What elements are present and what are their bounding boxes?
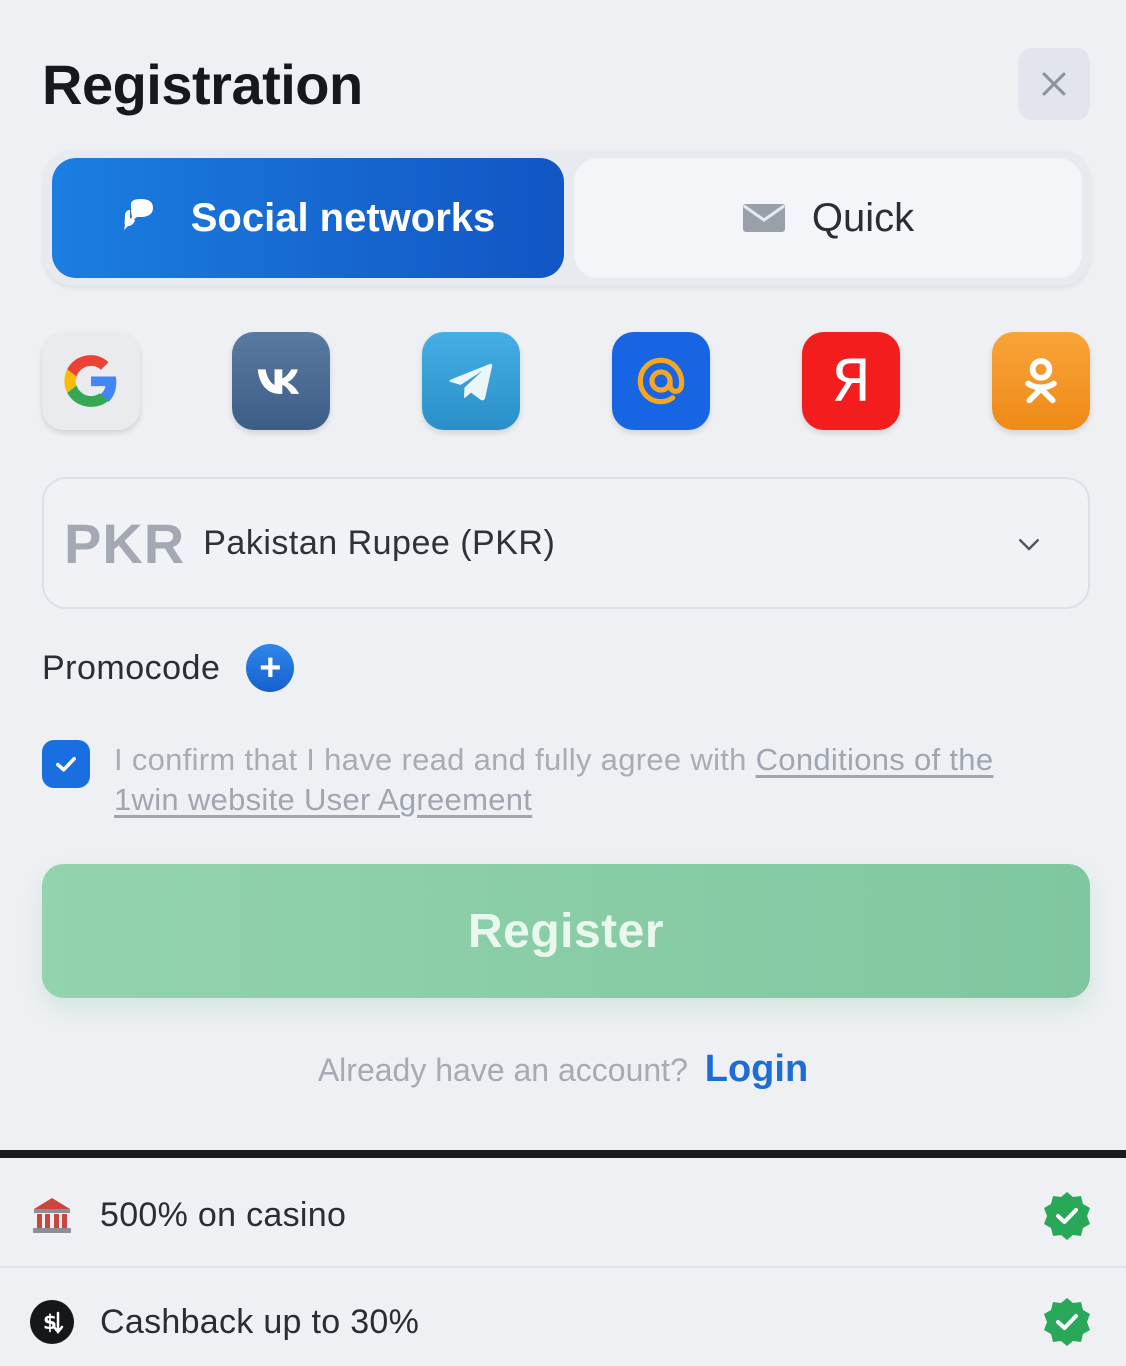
bonus-item: 500% on casino [0, 1164, 1126, 1268]
currency-name: Pakistan Rupee (PKR) [203, 523, 556, 562]
agreement-prefix: I confirm that I have read and fully agr… [114, 742, 756, 777]
at-sign-icon [637, 357, 685, 405]
ok-icon [1025, 358, 1057, 404]
check-icon [56, 757, 76, 772]
agreement-row: I confirm that I have read and fully agr… [42, 740, 1052, 820]
social-login-row: Я [42, 332, 1090, 430]
envelope-icon [742, 204, 785, 232]
tab-label: Social networks [190, 195, 496, 240]
chat-bubbles-icon [123, 199, 153, 230]
bonus-item: $ Cashback up to 30% [0, 1270, 1126, 1366]
bonus-text: 500% on casino [100, 1195, 347, 1234]
svg-text:$: $ [43, 1310, 57, 1334]
tab-label: Quick [811, 195, 915, 240]
verified-badge-icon [1040, 1190, 1094, 1244]
mail-login-button[interactable] [612, 332, 710, 430]
currency-select[interactable]: PKR Pakistan Rupee (PKR) [42, 477, 1090, 609]
page-title: Registration [42, 53, 363, 116]
login-prompt: Already have an account? [317, 1052, 688, 1088]
close-icon [1042, 72, 1066, 96]
register-button[interactable]: Register [42, 864, 1090, 998]
agreement-checkbox[interactable] [42, 740, 90, 788]
ok-login-button[interactable] [992, 332, 1090, 430]
vk-icon [257, 369, 300, 394]
login-link[interactable]: Login [705, 1048, 808, 1090]
agreement-text: I confirm that I have read and fully agr… [114, 740, 1052, 820]
telegram-icon [449, 363, 493, 401]
google-icon [64, 355, 117, 407]
add-promocode-button[interactable]: + [246, 644, 295, 692]
verified-badge-icon [1040, 1296, 1094, 1350]
section-divider [0, 1150, 1126, 1158]
promocode-label: Promocode [42, 648, 221, 687]
google-login-button[interactable] [42, 332, 140, 430]
registration-tabs: Social networks Quick [44, 150, 1090, 286]
bonus-text: Cashback up to 30% [100, 1302, 420, 1341]
cashback-icon: $ [28, 1298, 76, 1346]
chevron-down-icon [1019, 539, 1039, 551]
tab-social-networks[interactable]: Social networks [52, 158, 564, 278]
vk-login-button[interactable] [232, 332, 330, 430]
currency-code: PKR [64, 511, 186, 575]
tab-quick[interactable]: Quick [574, 158, 1082, 278]
yandex-login-button[interactable]: Я [802, 332, 900, 430]
yandex-icon: Я [830, 347, 872, 415]
telegram-login-button[interactable] [422, 332, 520, 430]
casino-icon [28, 1191, 76, 1239]
promocode-row[interactable]: Promocode + [42, 644, 295, 692]
login-prompt-row: Already have an account? Login [0, 1048, 1126, 1091]
close-button[interactable] [1018, 48, 1090, 120]
